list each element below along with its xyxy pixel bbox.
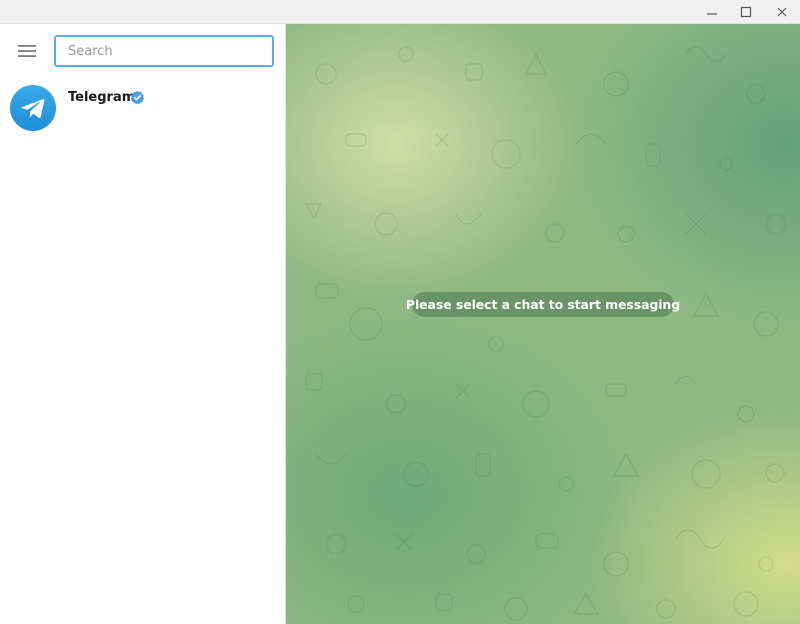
- hamburger-menu-icon: [18, 45, 36, 57]
- chat-name: Telegram: [68, 90, 136, 105]
- main-menu-button[interactable]: [12, 38, 42, 64]
- telegram-window: Telegram: [0, 0, 800, 624]
- close-icon: [777, 7, 787, 17]
- verified-badge-icon: [130, 90, 145, 105]
- telegram-paper-plane-icon: [21, 99, 45, 118]
- chat-list-item-telegram[interactable]: Telegram: [0, 81, 285, 137]
- chat-background-pattern: [304, 45, 787, 621]
- empty-chat-message: Please select a chat to start messaging: [406, 292, 680, 317]
- maximize-icon: [740, 6, 752, 18]
- title-bar: [0, 0, 800, 24]
- chat-area: Please select a chat to start messaging: [286, 24, 800, 624]
- minimize-icon: [707, 13, 717, 15]
- avatar: [10, 85, 56, 131]
- sidebar: Telegram: [0, 24, 286, 624]
- maximize-button[interactable]: [728, 0, 764, 24]
- minimize-button[interactable]: [694, 0, 730, 24]
- search-input[interactable]: [54, 35, 274, 67]
- close-button[interactable]: [764, 0, 800, 24]
